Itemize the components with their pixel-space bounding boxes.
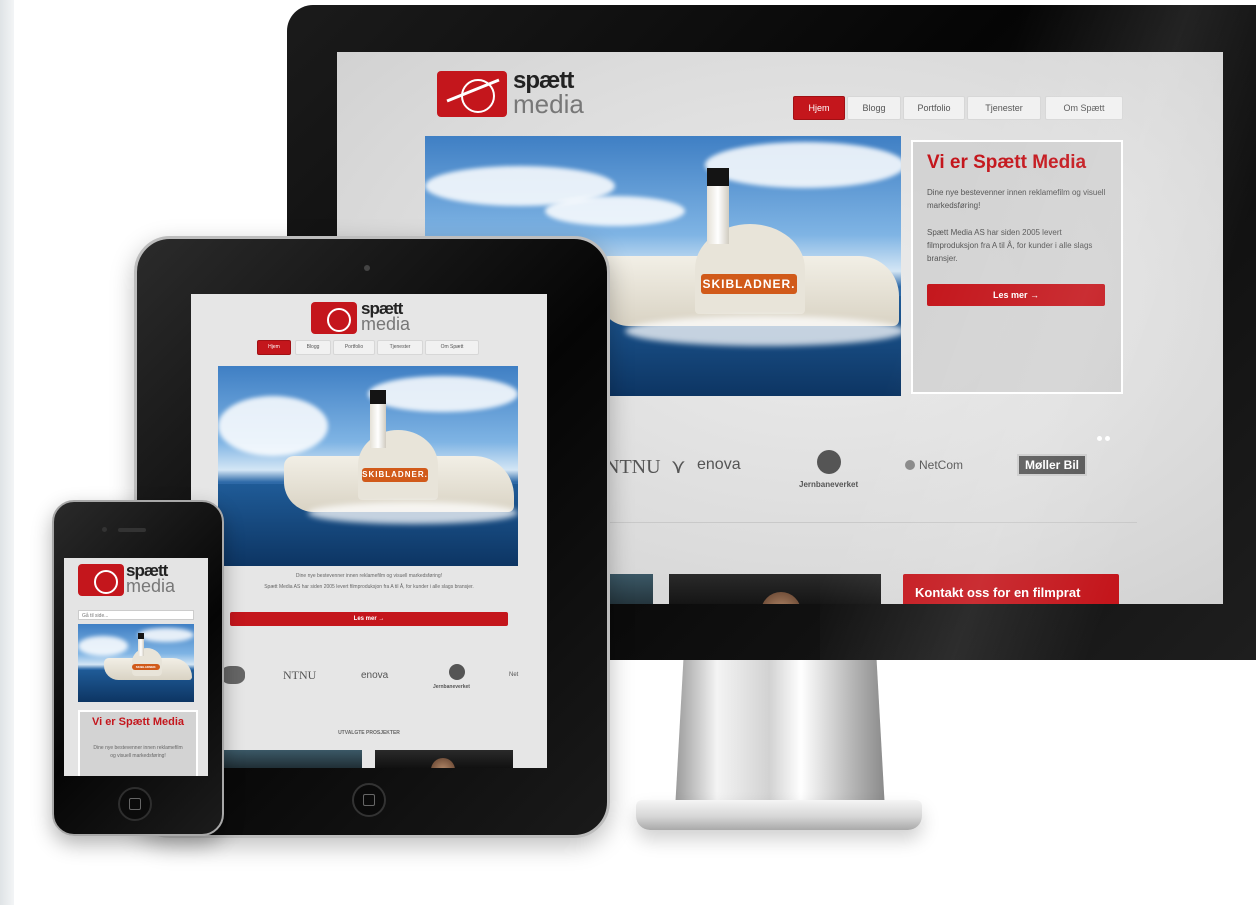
tablet-logo-text-bottom: media	[361, 314, 411, 334]
nav-services[interactable]: Tjenester	[967, 96, 1041, 120]
tablet-camera	[364, 265, 370, 271]
tablet-home-button[interactable]	[352, 783, 386, 817]
tablet-jernbaneverket-icon	[449, 664, 465, 680]
nav-portfolio[interactable]: Portfolio	[903, 96, 965, 120]
netcom-icon	[905, 460, 915, 470]
phone-intro-heading: Vi er Spætt Media	[91, 716, 185, 728]
client-moller-bil: Møller Bil	[1017, 454, 1088, 476]
intro-panel: Vi er Spætt Media Dine nye bestevenner i…	[911, 140, 1123, 394]
tablet-nav-services[interactable]: Tjenester	[377, 340, 423, 355]
ship-name-label: SKIBLADNER.	[701, 274, 797, 294]
page-left-edge	[0, 0, 14, 905]
monitor-stand-base	[636, 800, 922, 830]
site-logo[interactable]: spætt media	[437, 69, 617, 119]
nav-blog[interactable]: Blogg	[847, 96, 901, 120]
tablet-client-strip: NTNU enova Jernbaneverket Net	[191, 650, 547, 710]
tablet-client-netcom: Net	[509, 672, 519, 678]
phone-intro-text: Dine nye bestevenner innen reklamefilm o…	[93, 745, 183, 759]
tablet-project-thumb-1[interactable]	[222, 750, 362, 768]
phone-logo[interactable]: spætt media	[78, 562, 198, 598]
tablet-intro-text-2: Spætt Media AS har siden 2005 levert fil…	[264, 584, 474, 590]
nav-home[interactable]: Hjem	[793, 96, 845, 120]
tablet-nav-about[interactable]: Om Spætt	[425, 340, 479, 355]
phone-speaker	[118, 528, 146, 532]
client-enova: enova	[697, 456, 741, 473]
tablet-client-logo-1-icon	[221, 666, 245, 684]
tablet-featured-heading: UTVALGTE PROSJEKTER	[338, 730, 400, 736]
phone-camera	[102, 527, 107, 532]
logo-text-bottom: media	[513, 89, 584, 119]
intro-text-2: Spætt Media AS har siden 2005 levert fil…	[927, 228, 1093, 263]
contact-button[interactable]: Kontakt oss for en filmprat	[903, 574, 1119, 604]
tablet-screen: spætt media Hjem Blogg Portfolio Tjenest…	[191, 294, 547, 768]
enova-icon: ⋎	[671, 456, 686, 478]
phone-logo-mark-icon	[78, 564, 124, 596]
monitor-stand	[675, 660, 885, 810]
jernbaneverket-icon	[817, 450, 841, 474]
tablet-ship-name-label: SKIBLADNER.	[362, 468, 428, 482]
client-netcom: NetCom	[919, 458, 964, 472]
tablet-logo[interactable]: spætt media	[311, 300, 431, 336]
intro-heading: Vi er Spætt Media	[927, 152, 1087, 173]
phone-logo-text-bottom: media	[126, 576, 176, 596]
phone-nav-select[interactable]: Gå til side...	[78, 610, 194, 620]
tablet-logo-mark-icon	[311, 302, 357, 334]
tablet-hero-image: SKIBLADNER.	[218, 366, 518, 566]
phone-ship-name-label: SKIBLADNER.	[132, 664, 160, 670]
client-ntnu: NTNU	[605, 456, 661, 478]
tablet-client-ntnu: NTNU	[283, 668, 317, 682]
client-jernbaneverket: Jernbaneverket	[799, 480, 859, 489]
phone-home-button[interactable]	[118, 787, 152, 821]
tablet-nav-portfolio[interactable]: Portfolio	[333, 340, 375, 355]
tablet-read-more-button[interactable]: Les mer →	[230, 612, 508, 626]
project-thumb-2[interactable]	[669, 574, 881, 604]
tablet-client-jernbaneverket: Jernbaneverket	[433, 684, 470, 690]
phone-hero-image: SKIBLADNER.	[78, 624, 194, 702]
tablet-client-enova: enova	[361, 670, 389, 681]
read-more-button[interactable]: Les mer →	[927, 284, 1105, 306]
carousel-dots[interactable]	[1097, 428, 1121, 441]
phone-screen: spætt media Gå til side... SKIBLADNER. V…	[64, 558, 208, 776]
section-divider	[597, 522, 1137, 523]
tablet-project-thumb-2[interactable]	[375, 750, 513, 768]
nav-about[interactable]: Om Spætt	[1045, 96, 1123, 120]
tablet-intro-text-1: Dine nye bestevenner innen reklamefilm o…	[295, 573, 443, 579]
intro-text-1: Dine nye bestevenner innen reklamefilm o…	[927, 188, 1106, 210]
phone-intro-panel: Vi er Spætt Media Dine nye bestevenner i…	[78, 710, 198, 776]
tablet-nav-blog[interactable]: Blogg	[295, 340, 331, 355]
tablet-nav-home[interactable]: Hjem	[257, 340, 291, 355]
logo-mark-icon	[437, 71, 507, 117]
